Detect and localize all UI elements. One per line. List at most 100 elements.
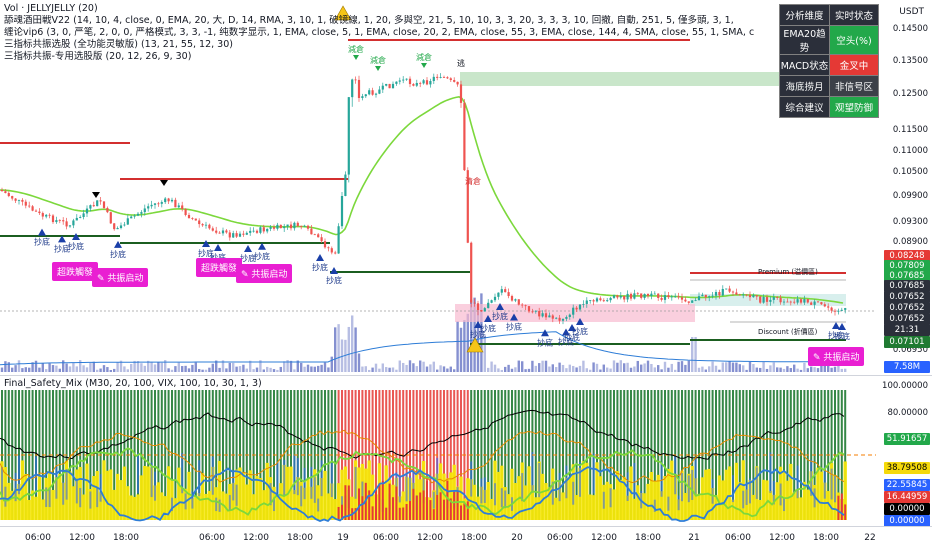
candle-body	[300, 226, 303, 227]
candle-body	[459, 84, 463, 103]
osc-yellow-bar	[598, 476, 603, 520]
volume-bar	[697, 367, 701, 372]
candle-body	[772, 297, 775, 300]
volume-bar	[170, 369, 174, 372]
candle-body	[490, 300, 493, 303]
volume-bar	[578, 365, 582, 372]
volume-bar	[320, 364, 323, 372]
volume-bar	[255, 367, 259, 372]
volume-legend[interactable]: Vol · JELLYJELLY (20)	[4, 3, 98, 15]
dip-buy-label: 抄底	[326, 275, 342, 285]
candle-body	[354, 79, 357, 81]
indicator-legend-2[interactable]: 缠论vip6 (3, 0, 严笔, 2, 0, 0, 严格模式, 3, 3, -…	[4, 27, 774, 39]
candle-body	[667, 295, 670, 298]
candle-body	[351, 79, 354, 98]
osc-blue-bar	[310, 466, 313, 499]
oscillator-chart[interactable]	[0, 376, 932, 526]
osc-yellow-bar	[666, 468, 671, 520]
volume-bar	[300, 362, 303, 372]
volume-bar	[493, 364, 497, 372]
volume-bar	[531, 360, 534, 372]
volume-bar	[109, 369, 112, 372]
candle-body	[4, 191, 7, 194]
candle-body	[99, 200, 102, 202]
price-tick-label: 0.11000	[892, 146, 928, 156]
time-axis[interactable]: 06:00 12:00 18:00 06:00 12:00 18:00 19 06:00 12:…	[0, 526, 932, 551]
candle-body	[385, 83, 388, 86]
volume-bar	[810, 366, 813, 372]
volume-bar	[181, 366, 184, 372]
osc-yellow-bar	[20, 460, 25, 520]
osc-red-bar	[426, 481, 428, 520]
status-table: 分析维度 实时状态 EMA20趋势 空头(%) MACD状态 金叉中 海底捞月 非信号区 综合建…	[779, 4, 880, 118]
candle-body	[388, 83, 391, 89]
osc-yellow-bar	[738, 482, 742, 520]
oscillator-axis[interactable]: 100.00000 80.00000 51.91657 38.79508 22.5584…	[876, 376, 932, 527]
volume-bar	[432, 361, 435, 372]
reduce-label: 減倉	[348, 44, 364, 54]
candle-body	[442, 77, 446, 78]
osc-blue-bar	[432, 491, 435, 509]
time-label: 21	[688, 533, 700, 543]
osc-yellow-bar	[34, 496, 38, 520]
volume-bar	[242, 364, 245, 372]
time-label: 18:00	[113, 533, 139, 543]
candle-body	[473, 302, 476, 304]
volume-bar	[425, 366, 429, 372]
osc-red-bar	[443, 499, 445, 520]
volume-bar	[640, 364, 643, 372]
osc-yellow-bar	[588, 494, 592, 520]
osc-red-bar	[381, 480, 384, 520]
indicator-legend-4[interactable]: 三指标共振-专用选股版 (20, 12, 26, 9, 30)	[4, 51, 191, 63]
osc-yellow-bar	[561, 492, 565, 520]
candle-body	[599, 298, 602, 301]
volume-bar	[643, 363, 646, 372]
osc-blue-bar	[232, 471, 235, 501]
volume-bar	[415, 366, 418, 372]
volume-bar	[113, 368, 116, 372]
volume-bar	[453, 369, 456, 372]
volume-bar	[803, 362, 806, 372]
candle-body	[306, 225, 310, 229]
price-axis[interactable]: 0.14500 0.13500 0.12500 0.11500 0.11000 0.105…	[876, 0, 932, 375]
osc-yellow-bar	[194, 496, 198, 520]
volume-bar	[725, 362, 728, 372]
osc-blue-bar	[521, 473, 524, 502]
candle-body	[803, 299, 806, 303]
volume-bar	[663, 361, 667, 372]
candle-body	[708, 296, 711, 298]
candle-body	[548, 315, 551, 318]
candle-body	[640, 293, 643, 298]
osc-red-bar	[415, 495, 418, 520]
candle-body	[718, 292, 721, 296]
volume-bar	[487, 367, 490, 372]
volume-bar	[351, 315, 354, 372]
osc-red-bar	[453, 492, 456, 520]
candle-body	[446, 77, 449, 79]
osc-yellow-bar	[81, 494, 86, 520]
volume-bar	[544, 360, 548, 372]
candle-body	[279, 224, 282, 229]
candle-body	[45, 214, 48, 217]
indicator-legend-1[interactable]: 舔魂酒田戦V22 (14, 10, 4, close, 0, EMA, 20, …	[4, 15, 774, 27]
osc-yellow-bar	[323, 470, 327, 520]
status-label: MACD状态	[779, 54, 830, 76]
volume-bar	[694, 337, 697, 372]
time-label: 12:00	[243, 533, 269, 543]
candle-body	[653, 293, 656, 295]
candle-body	[633, 293, 636, 299]
volume-bar	[167, 368, 170, 372]
indicator-legend-3[interactable]: 三指标共振选股 (全功能灵敏版) (13, 21, 55, 12, 30)	[4, 39, 233, 51]
osc-yellow-bar	[255, 475, 259, 520]
osc-blue-bar	[436, 457, 439, 496]
candle-body	[109, 212, 112, 224]
candle-body	[779, 297, 782, 303]
osc-yellow-bar	[139, 475, 144, 520]
candle-body	[21, 199, 24, 202]
status-value: 观望防御	[828, 96, 880, 118]
candle-body	[745, 294, 748, 296]
volume-bar	[504, 366, 507, 372]
volume-bar	[116, 362, 119, 372]
oscillator-legend[interactable]: Final_Safety_Mix (M30, 20, 100, VIX, 100…	[4, 378, 262, 389]
osc-yellow-bar	[37, 476, 42, 520]
